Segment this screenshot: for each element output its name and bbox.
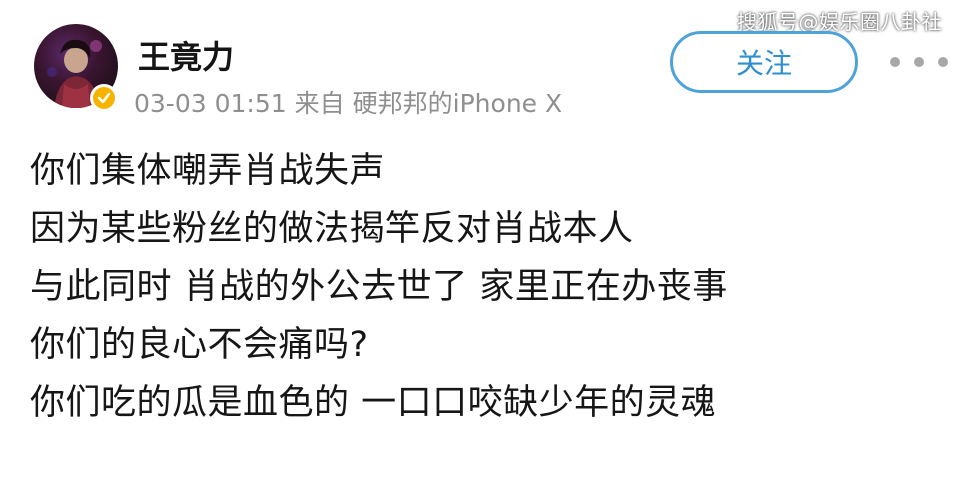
follow-button[interactable]: 关注 [670, 31, 858, 93]
post-line: 与此同时 肖战的外公去世了 家里正在办丧事 [30, 267, 728, 307]
post-line: 因为某些粉丝的做法揭竿反对肖战本人 [30, 209, 634, 249]
post-line: 你们的良心不会痛吗? [30, 325, 369, 365]
username[interactable]: 王竟力 [138, 32, 234, 78]
source-prefix: 来自 [294, 89, 345, 118]
post-line: 你们集体嘲弄肖战失声 [30, 151, 386, 191]
post-date: 03-03 01:51 [134, 89, 287, 118]
verified-badge-icon [90, 84, 118, 112]
more-dot-icon [914, 57, 924, 67]
post-meta: 03-03 01:51 来自 硬邦邦的iPhone X [134, 84, 562, 120]
weibo-post-card: 搜狐号@娱乐圈八卦社 王竟力 03-03 01:51 来自 硬邦邦的iPhone X… [0, 0, 960, 477]
post-line: 你们吃的瓜是血色的 一口口咬缺少年的灵魂 [30, 383, 717, 423]
more-horizontal-icon[interactable] [890, 54, 948, 70]
more-dot-icon [938, 57, 948, 67]
post-body: 你们集体嘲弄肖战失声 因为某些粉丝的做法揭竿反对肖战本人 与此同时 肖战的外公去… [30, 142, 930, 432]
source-device: 硬邦邦的iPhone X [352, 89, 563, 118]
more-dot-icon [890, 57, 900, 67]
